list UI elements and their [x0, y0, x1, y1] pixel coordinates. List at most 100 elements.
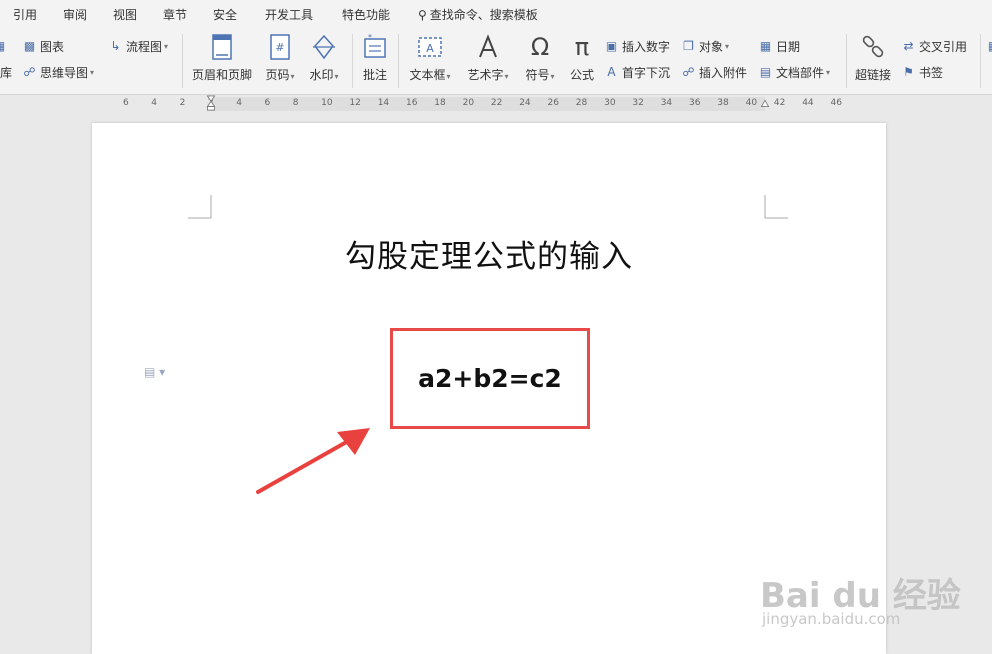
icon-library-top[interactable]: ▦	[0, 36, 10, 56]
watermark-button[interactable]: 水印▾	[306, 32, 342, 92]
date-button[interactable]: ▦ 日期	[758, 36, 800, 56]
chevron-down-icon: ▾	[446, 72, 451, 81]
ruler-tick-label: 4	[151, 98, 158, 108]
ruler-tick-label: 46	[830, 98, 842, 108]
wordart-label: 艺术字	[467, 68, 504, 82]
first-line-indent-marker[interactable]	[206, 95, 216, 111]
ruler-tick-label: 18	[434, 98, 446, 108]
ruler-tick-label: 10	[321, 98, 333, 108]
chevron-down-icon: ▾	[90, 67, 95, 77]
bar-chart-icon: ▩	[23, 39, 36, 53]
textbox-icon: A	[415, 32, 445, 62]
menu-security[interactable]: 安全	[213, 6, 237, 23]
page-number-button[interactable]: # 页码▾	[262, 32, 298, 92]
ruler-tick-label: 32	[632, 98, 644, 108]
dropcap-button[interactable]: A 首字下沉	[604, 62, 670, 82]
header-footer-button[interactable]: 页眉和页脚	[192, 32, 252, 92]
bookmark-label: 书签	[919, 65, 944, 80]
mindmap-icon: ☍	[23, 65, 36, 79]
ruler-tick-label: 12	[349, 98, 361, 108]
ruler-tick-label: 28	[575, 98, 588, 108]
overflow-icon: ▦	[986, 39, 992, 53]
bookmark-icon: ⚑	[903, 65, 914, 79]
menu-developer-tools[interactable]: 开发工具	[265, 6, 313, 23]
dropcap-label: 首字下沉	[622, 65, 671, 80]
ruler-tick-label: 42	[773, 98, 786, 108]
ruler-tick-label: 34	[660, 98, 673, 108]
menu-view[interactable]: 视图	[113, 6, 137, 23]
pi-icon: π	[574, 33, 590, 61]
object-label: 对象	[699, 39, 724, 54]
menu-chapter[interactable]: 章节	[163, 6, 187, 23]
chart-button[interactable]: ▩ 图表	[22, 36, 64, 56]
paperclip-icon: ☍	[682, 65, 695, 79]
menu-review[interactable]: 审阅	[63, 6, 87, 23]
insert-number-button[interactable]: ▣ 插入数字	[604, 36, 670, 56]
baidu-watermark: Bai du 经验 jingyan.baidu.com	[760, 560, 961, 640]
object-icon: ❐	[683, 39, 694, 53]
comment-label: 批注	[362, 68, 387, 82]
page-number-label: 页码	[265, 68, 290, 82]
command-search[interactable]: ⚲ 查找命令、搜索模板	[418, 6, 538, 23]
number-icon: ▣	[605, 39, 618, 53]
menu-bar: 引用 审阅 视图 章节 安全 开发工具 特色功能 ⚲ 查找命令、搜索模板	[0, 0, 992, 26]
more-icon[interactable]: ▦	[986, 36, 992, 56]
margin-corner-top-left	[188, 195, 212, 219]
doc-parts-label: 文档部件	[776, 65, 825, 80]
grid-icon: ▦	[0, 39, 7, 53]
menu-references[interactable]: 引用	[13, 6, 37, 23]
watermark-icon	[309, 32, 339, 62]
svg-text:A: A	[426, 42, 434, 55]
wordart-button[interactable]: 艺术字▾	[464, 32, 512, 92]
ruler-tick-label: 44	[802, 98, 814, 108]
ruler-tick-label: 26	[547, 98, 559, 108]
document-icon: ▤	[759, 65, 772, 79]
comment-icon: *	[360, 32, 390, 62]
ruler-tick-label: 2	[179, 98, 186, 108]
ruler-tick-label: 30	[604, 98, 616, 108]
watermark-label: 水印	[309, 68, 334, 82]
insert-number-label: 插入数字	[622, 39, 671, 54]
cross-reference-icon: ⇄	[903, 39, 914, 53]
bookmark-button[interactable]: ⚑ 书签	[901, 62, 943, 82]
calendar-icon: ▦	[759, 39, 772, 53]
svg-text:*: *	[368, 34, 372, 42]
chevron-down-icon: ▾	[550, 72, 555, 81]
cross-reference-button[interactable]: ⇄ 交叉引用	[901, 36, 967, 56]
doc-parts-button[interactable]: ▤ 文档部件 ▾	[758, 62, 830, 82]
horizontal-ruler[interactable]: 6422468101214161820222426283032343638404…	[0, 95, 992, 113]
flowchart-button[interactable]: ↳ 流程图 ▾	[108, 36, 168, 56]
header-footer-label: 页眉和页脚	[192, 68, 253, 82]
page-number-icon: #	[265, 32, 295, 62]
mindmap-button[interactable]: ☍ 思维导图 ▾	[22, 62, 94, 82]
formula-button[interactable]: π 公式	[566, 32, 598, 92]
chart-label: 图表	[40, 39, 65, 54]
chevron-down-icon: ▾	[290, 72, 295, 81]
right-indent-marker[interactable]	[760, 95, 770, 111]
ruler-tick-label: 4	[236, 98, 242, 108]
ruler-tick-label: 22	[490, 98, 503, 108]
ruler-tick-label: 8	[292, 98, 299, 108]
flowchart-label: 流程图	[126, 39, 163, 54]
ruler-tick-label: 24	[519, 98, 531, 108]
hyperlink-button[interactable]: 超链接	[854, 32, 892, 92]
omega-icon: Ω	[530, 33, 550, 61]
pythagorean-formula[interactable]: a2+b2=c2	[418, 364, 562, 393]
menu-special-features[interactable]: 特色功能	[342, 6, 390, 23]
comment-button[interactable]: * 批注	[360, 32, 390, 92]
ribbon-toolbar: ▦ 库 ▩图表 ☍思维导图▾ ↳流程图▾ 页眉和页脚 # 页码▾ 水印▾ * 批	[0, 26, 992, 95]
textbox-button[interactable]: A 文本框▾	[406, 32, 454, 92]
symbol-button[interactable]: Ω 符号▾	[522, 32, 558, 92]
object-button[interactable]: ❐ 对象 ▾	[681, 36, 729, 56]
document-title[interactable]: 勾股定理公式的输入	[92, 231, 886, 276]
insert-attachment-button[interactable]: ☍ 插入附件	[681, 62, 747, 82]
link-icon	[858, 32, 888, 62]
chevron-down-icon: ▾	[826, 67, 831, 77]
paragraph-layout-icon[interactable]: ▤ ▾	[144, 365, 165, 379]
ruler-tick-label: 38	[717, 98, 729, 108]
chevron-down-icon: ▾	[725, 41, 730, 51]
watermark-url: jingyan.baidu.com	[762, 610, 901, 628]
formula-label: 公式	[569, 68, 594, 82]
ribbon-divider	[980, 34, 981, 88]
library-button[interactable]: 库	[0, 62, 12, 82]
